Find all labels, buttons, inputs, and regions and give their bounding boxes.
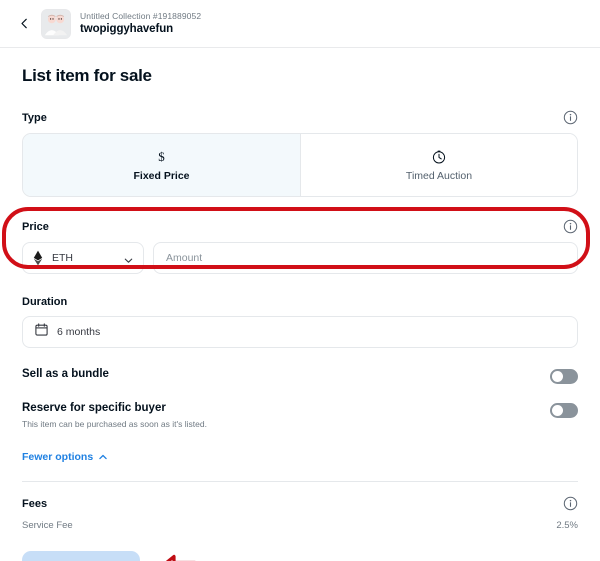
price-amount-input[interactable] — [153, 242, 578, 274]
reserve-buyer-subtitle: This item can be purchased as soon as it… — [22, 419, 207, 429]
type-label: Type — [22, 111, 47, 124]
duration-header: Duration — [22, 296, 578, 308]
price-header: Price — [22, 219, 578, 234]
toggle-knob — [552, 371, 563, 382]
fees-section: Fees Service Fee 2.5% — [22, 496, 578, 531]
currency-select[interactable]: ETH — [22, 242, 144, 274]
currency-value: ETH — [52, 252, 73, 264]
sell-as-bundle-row: Sell as a bundle — [22, 368, 578, 384]
type-section: Type $ Fixed Price Timed Auction — [22, 110, 578, 197]
section-divider — [22, 481, 578, 482]
sell-as-bundle-toggle[interactable] — [550, 369, 578, 384]
duration-label: Duration — [22, 296, 68, 308]
reserve-buyer-label: Reserve for specific buyer — [22, 402, 166, 414]
chevron-down-icon — [123, 253, 134, 264]
info-icon[interactable] — [563, 496, 578, 511]
type-header: Type — [22, 110, 578, 125]
clock-icon — [432, 149, 446, 165]
fees-title: Fees — [22, 497, 48, 510]
type-option-label: Timed Auction — [405, 169, 473, 182]
reserve-buyer-texts: Reserve for specific buyer This item can… — [22, 402, 223, 429]
page-title: List item for sale — [22, 66, 152, 85]
fee-name: Service Fee — [22, 520, 73, 531]
back-button[interactable] — [14, 14, 34, 34]
footer: Complete listing — [22, 551, 578, 561]
page-header: Untitled Collection #191889052 twopiggyh… — [0, 0, 600, 48]
calendar-icon — [35, 323, 48, 341]
dollar-icon: $ — [155, 149, 168, 165]
price-row: ETH — [22, 242, 578, 274]
info-icon[interactable] — [563, 219, 578, 234]
duration-select[interactable]: 6 months — [22, 316, 578, 348]
form-content: List item for sale Type $ Fixed Price Ti… — [0, 48, 600, 561]
price-section: Price ETH Amount — [2, 207, 590, 274]
type-option-group: $ Fixed Price Timed Auction — [22, 133, 578, 197]
reserve-buyer-toggle[interactable] — [550, 403, 578, 418]
complete-listing-button[interactable]: Complete listing — [22, 551, 140, 561]
duration-section: Duration 6 months — [22, 296, 578, 348]
item-name: twopiggyhavefun — [80, 22, 174, 35]
avatar[interactable] — [41, 8, 71, 39]
collection-name: Untitled Collection #191889052 — [80, 10, 202, 21]
type-option-label: Fixed Price — [133, 169, 190, 182]
header-text: Untitled Collection #191889052 twopiggyh… — [80, 11, 201, 37]
type-option-fixed-price[interactable]: $ Fixed Price — [23, 134, 300, 196]
chevron-up-icon — [98, 452, 108, 462]
duration-value: 6 months — [57, 326, 101, 338]
fewer-options-label: Fewer options — [22, 451, 94, 463]
sell-as-bundle-label: Sell as a bundle — [22, 368, 109, 380]
list-item-for-sale-page: Untitled Collection #191889052 twopiggyh… — [0, 0, 600, 561]
arrow-annotation — [158, 552, 198, 561]
price-label: Price — [22, 220, 49, 233]
reserve-buyer-row: Reserve for specific buyer This item can… — [22, 402, 578, 429]
ethereum-icon — [32, 250, 44, 266]
fewer-options-link[interactable]: Fewer options — [22, 451, 108, 463]
toggle-knob — [552, 405, 563, 416]
svg-text:$: $ — [158, 149, 165, 164]
fees-header: Fees — [22, 496, 578, 511]
info-icon[interactable] — [563, 110, 578, 125]
chevron-left-icon — [19, 18, 30, 29]
avatar-image — [42, 9, 70, 38]
fee-value: 2.5% — [556, 520, 578, 531]
sell-as-bundle-texts: Sell as a bundle — [22, 368, 125, 380]
type-option-timed-auction[interactable]: Timed Auction — [300, 134, 577, 196]
fee-row: Service Fee 2.5% — [22, 520, 578, 531]
